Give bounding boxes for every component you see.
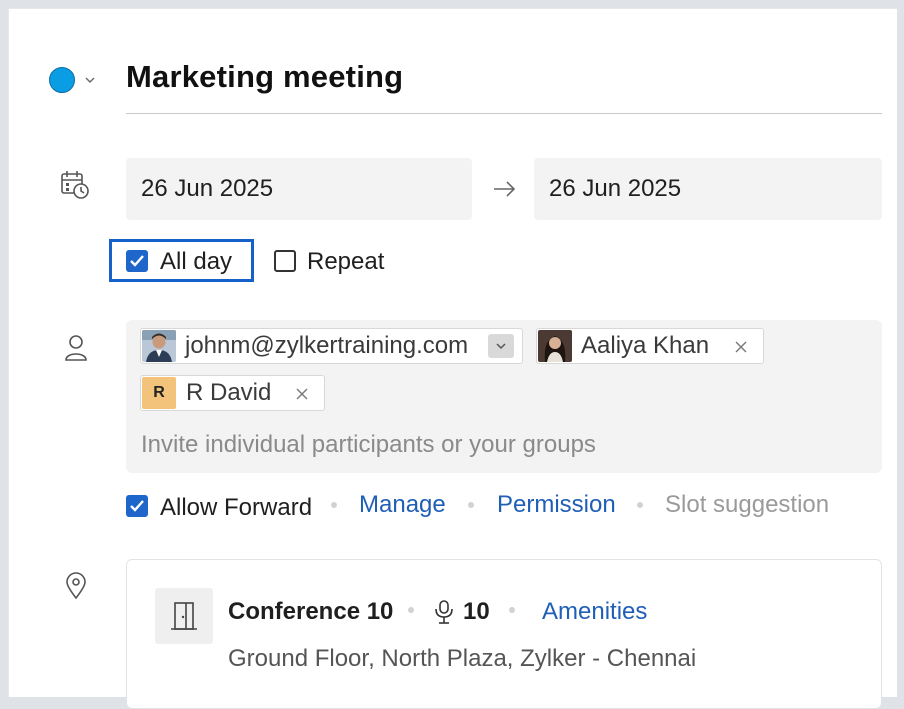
repeat-checkbox[interactable] bbox=[274, 250, 296, 272]
participant-name: Aaliya Khan bbox=[581, 332, 710, 359]
amenities-link[interactable]: Amenities bbox=[542, 598, 647, 626]
separator-dot bbox=[637, 502, 643, 508]
room-name: Conference 10 bbox=[228, 598, 394, 625]
manage-link[interactable]: Manage bbox=[359, 491, 446, 519]
door-icon bbox=[155, 588, 213, 644]
start-date-field[interactable]: 26 Jun 2025 bbox=[126, 158, 472, 220]
close-icon[interactable] bbox=[292, 384, 312, 404]
separator-dot bbox=[408, 607, 414, 613]
chevron-down-icon[interactable] bbox=[83, 73, 97, 87]
invite-participants-input[interactable] bbox=[141, 427, 861, 463]
location-card bbox=[126, 559, 882, 709]
chevron-down-icon[interactable] bbox=[488, 334, 514, 358]
separator-dot bbox=[468, 502, 474, 508]
event-title[interactable]: Marketing meeting bbox=[126, 59, 403, 95]
participant-chip[interactable]: Aaliya Khan bbox=[536, 328, 764, 364]
separator-dot bbox=[509, 607, 515, 613]
avatar: R bbox=[142, 377, 176, 409]
avatar bbox=[142, 330, 176, 362]
podium-icon bbox=[433, 599, 455, 625]
permission-link[interactable]: Permission bbox=[497, 491, 616, 519]
participant-email: johnm@zylkertraining.com bbox=[185, 332, 469, 359]
allow-forward-label[interactable]: Allow Forward bbox=[160, 494, 312, 522]
separator-dot bbox=[331, 502, 337, 508]
participant-chip[interactable]: johnm@zylkertraining.com bbox=[140, 328, 523, 364]
allow-forward-checkbox[interactable] bbox=[126, 495, 148, 517]
person-icon bbox=[63, 334, 89, 362]
close-icon[interactable] bbox=[731, 337, 751, 357]
event-color-picker[interactable] bbox=[49, 67, 75, 93]
event-editor-panel: Marketing meeting 26 Jun 2025 26 Jun 202… bbox=[8, 8, 897, 709]
slot-suggestion-link[interactable]: Slot suggestion bbox=[665, 491, 829, 519]
all-day-label[interactable]: All day bbox=[160, 248, 232, 276]
all-day-checkbox[interactable] bbox=[126, 250, 148, 272]
arrow-right-icon bbox=[492, 179, 518, 199]
location-pin-icon bbox=[65, 572, 87, 600]
calendar-clock-icon bbox=[59, 169, 91, 201]
avatar bbox=[538, 330, 572, 362]
room-capacity: 10 bbox=[463, 598, 490, 625]
participant-chip[interactable]: R R David bbox=[140, 375, 325, 411]
title-underline bbox=[126, 113, 882, 114]
end-date-field[interactable]: 26 Jun 2025 bbox=[534, 158, 882, 220]
room-address: Ground Floor, North Plaza, Zylker - Chen… bbox=[228, 645, 697, 672]
repeat-label[interactable]: Repeat bbox=[307, 248, 384, 276]
participant-name: R David bbox=[186, 379, 272, 406]
